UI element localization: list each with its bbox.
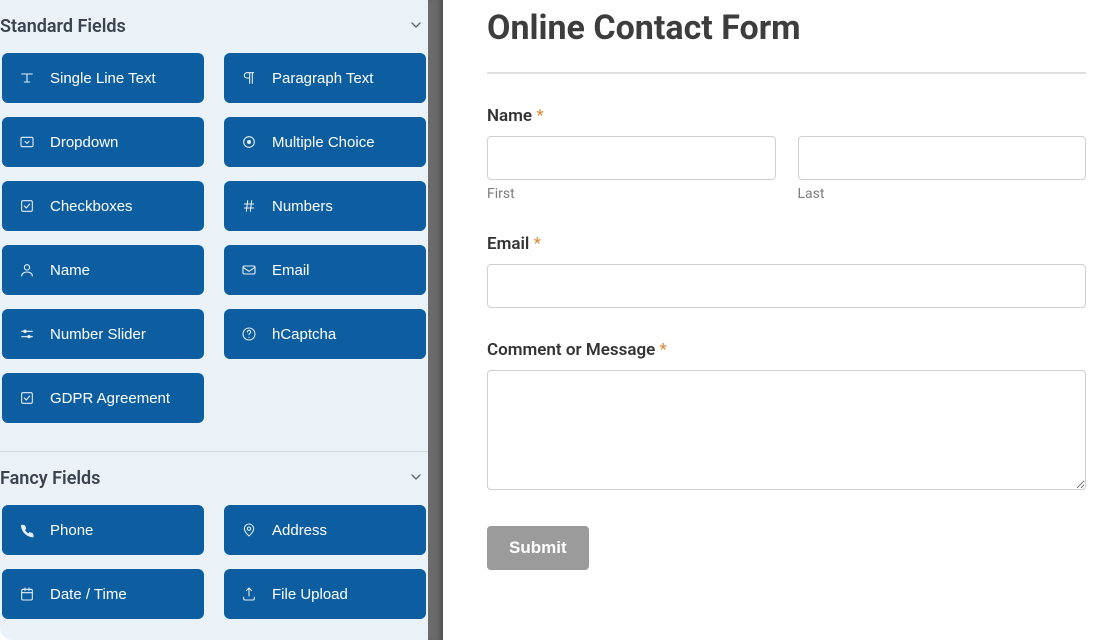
message-textarea[interactable]	[487, 370, 1086, 490]
field-button-label: GDPR Agreement	[50, 390, 170, 407]
title-divider	[487, 72, 1086, 74]
chevron-down-icon	[408, 469, 424, 489]
field-button[interactable]: Numbers	[224, 181, 426, 231]
panel-divider	[428, 0, 443, 640]
field-button[interactable]: Email	[224, 245, 426, 295]
email-label-text: Email	[487, 234, 529, 254]
form-title: Online Contact Form	[487, 0, 1086, 72]
form-preview: Online Contact Form Name * First Last Em…	[443, 0, 1116, 640]
text-icon	[18, 69, 36, 87]
field-button-label: Number Slider	[50, 326, 146, 343]
checkbox-icon	[18, 197, 36, 215]
field-button-label: hCaptcha	[272, 326, 336, 343]
field-button-label: Dropdown	[50, 134, 118, 151]
field-button[interactable]: Paragraph Text	[224, 53, 426, 103]
email-input[interactable]	[487, 264, 1086, 308]
radio-icon	[240, 133, 258, 151]
calendar-icon	[18, 585, 36, 603]
first-name-sublabel: First	[487, 186, 776, 202]
field-button-label: Name	[50, 262, 90, 279]
field-button[interactable]: Single Line Text	[2, 53, 204, 103]
message-label: Comment or Message *	[487, 340, 1086, 360]
message-label-text: Comment or Message	[487, 340, 655, 360]
first-name-input[interactable]	[487, 136, 776, 180]
pin-icon	[240, 521, 258, 539]
checkbox-icon	[18, 389, 36, 407]
field-button-label: Single Line Text	[50, 70, 156, 87]
phone-icon	[18, 521, 36, 539]
field-button-label: Phone	[50, 522, 93, 539]
paragraph-icon	[240, 69, 258, 87]
field-button-label: Multiple Choice	[272, 134, 375, 151]
field-button-label: Address	[272, 522, 327, 539]
user-icon	[18, 261, 36, 279]
name-field-group: Name * First Last	[487, 106, 1086, 202]
required-marker: *	[536, 106, 543, 126]
section-title: Standard Fields	[0, 16, 126, 37]
field-button-label: Paragraph Text	[272, 70, 373, 87]
section-header[interactable]: Fancy Fields	[0, 452, 428, 505]
field-button[interactable]: Checkboxes	[2, 181, 204, 231]
dropdown-icon	[18, 133, 36, 151]
question-icon	[240, 325, 258, 343]
last-name-input[interactable]	[798, 136, 1087, 180]
last-name-sublabel: Last	[798, 186, 1087, 202]
submit-button[interactable]: Submit	[487, 526, 589, 570]
name-label: Name *	[487, 106, 1086, 126]
sidebar: Standard Fields Single Line Text Paragraph…	[0, 0, 428, 640]
required-marker: *	[660, 340, 667, 360]
field-button[interactable]: Number Slider	[2, 309, 204, 359]
field-button[interactable]: hCaptcha	[224, 309, 426, 359]
upload-icon	[240, 585, 258, 603]
name-label-text: Name	[487, 106, 532, 126]
field-button[interactable]: Multiple Choice	[224, 117, 426, 167]
mail-icon	[240, 261, 258, 279]
fields-grid: Single Line Text Paragraph Text Dropdown Mu…	[0, 53, 428, 443]
field-button[interactable]: Dropdown	[2, 117, 204, 167]
message-field-group: Comment or Message *	[487, 340, 1086, 494]
field-button-label: Email	[272, 262, 310, 279]
field-button-label: File Upload	[272, 586, 348, 603]
field-button[interactable]: Address	[224, 505, 426, 555]
section-title: Fancy Fields	[0, 468, 100, 489]
field-button[interactable]: Name	[2, 245, 204, 295]
field-button-label: Date / Time	[50, 586, 127, 603]
field-button[interactable]: File Upload	[224, 569, 426, 619]
section-header[interactable]: Standard Fields	[0, 0, 428, 53]
field-button-label: Numbers	[272, 198, 333, 215]
field-button[interactable]: Phone	[2, 505, 204, 555]
field-button[interactable]: GDPR Agreement	[2, 373, 204, 423]
chevron-down-icon	[408, 17, 424, 37]
required-marker: *	[534, 234, 541, 254]
field-button[interactable]: Date / Time	[2, 569, 204, 619]
field-button-label: Checkboxes	[50, 198, 133, 215]
email-field-group: Email *	[487, 234, 1086, 308]
fields-grid: Phone Address Date / Time File Upload	[0, 505, 428, 639]
hash-icon	[240, 197, 258, 215]
email-label: Email *	[487, 234, 1086, 254]
slider-icon	[18, 325, 36, 343]
